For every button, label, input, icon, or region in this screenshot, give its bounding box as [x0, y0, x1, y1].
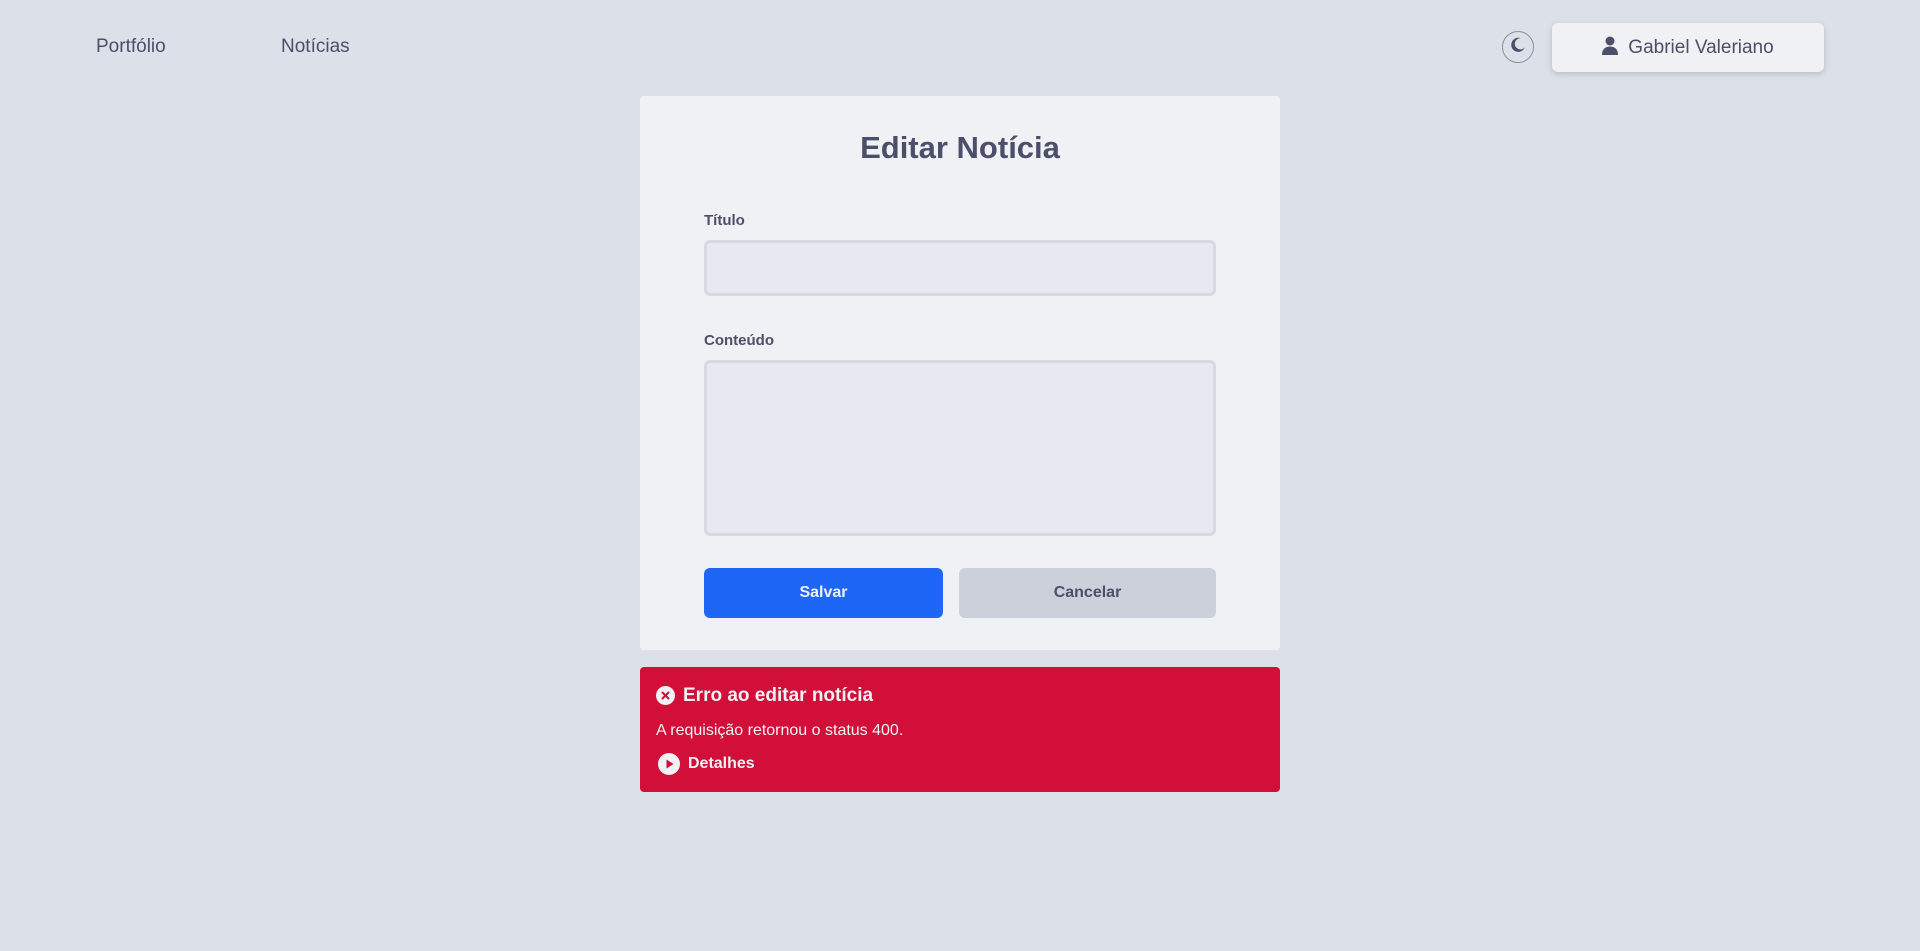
play-circle-icon — [658, 753, 680, 775]
conteudo-textarea[interactable] — [704, 360, 1216, 536]
titulo-input[interactable] — [704, 240, 1216, 296]
cancel-button[interactable]: Cancelar — [959, 568, 1216, 618]
alert-message: A requisição retornou o status 400. — [656, 722, 904, 739]
details-toggle[interactable]: Detalhes — [658, 752, 755, 776]
titulo-label: Título — [704, 212, 745, 229]
user-menu-button[interactable]: Gabriel Valeriano — [1552, 23, 1824, 72]
page-title: Editar Notícia — [860, 130, 1060, 165]
user-name: Gabriel Valeriano — [1628, 36, 1774, 58]
error-alert: Erro ao editar notícia A requisição reto… — [640, 667, 1280, 792]
nav-link-noticias[interactable]: Notícias — [281, 36, 350, 58]
top-navigation: Portfólio Notícias Gabriel Valeriano — [0, 0, 1920, 96]
save-button[interactable]: Salvar — [704, 568, 943, 618]
error-x-icon — [656, 686, 675, 705]
user-icon — [1602, 36, 1619, 60]
nav-link-portfolio[interactable]: Portfólio — [96, 36, 166, 58]
theme-toggle-button[interactable] — [1502, 31, 1534, 63]
details-label: Detalhes — [688, 755, 755, 772]
conteudo-label: Conteúdo — [704, 332, 774, 349]
alert-title: Erro ao editar notícia — [683, 685, 874, 706]
moon-icon — [1510, 37, 1526, 58]
